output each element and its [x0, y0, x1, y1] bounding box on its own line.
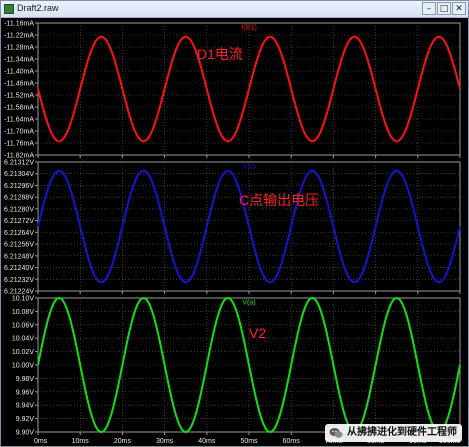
y-tick-label: -11.58mA — [4, 105, 34, 112]
y-tick-label: 6.21312V — [4, 160, 34, 167]
y-tick-label: -11.40mA — [4, 69, 34, 76]
y-tick-label: 10.06V — [12, 322, 35, 329]
y-tick-label: 9.98V — [16, 376, 35, 383]
y-tick-label: -11.52mA — [4, 93, 34, 100]
x-tick-label: 30ms — [156, 438, 174, 445]
y-tick-label: -11.64mA — [4, 117, 34, 124]
x-tick-label: 60ms — [283, 438, 301, 445]
trace-annotation: D1电流 — [197, 46, 243, 62]
y-tick-label: 6.21296V — [4, 183, 34, 190]
waveform-trace[interactable] — [37, 169, 461, 284]
wechat-icon — [329, 428, 343, 438]
maximize-button[interactable]: □ — [437, 2, 451, 15]
waveform-viewer-window: Draft2.raw – □ ✕ -11.16mA -11.22mA -11.28m… — [0, 0, 469, 447]
y-tick-label: 10.04V — [12, 336, 35, 343]
y-tick-label: 6.21224V — [4, 289, 34, 296]
app-icon — [4, 4, 14, 14]
close-button[interactable]: ✕ — [452, 2, 466, 15]
y-tick-label: 6.21248V — [4, 253, 34, 260]
trace-title[interactable]: V(a) — [242, 300, 255, 307]
waveform-plots[interactable]: -11.16mA -11.22mA -11.28mA -11.34mA -11.40mA… — [1, 18, 468, 446]
trace-title[interactable]: I(D1) — [241, 25, 257, 32]
x-tick-label: 20ms — [114, 438, 132, 445]
y-tick-label: 10.00V — [12, 363, 35, 370]
y-tick-label: 6.21240V — [4, 265, 34, 272]
x-tick-label: 0ms — [34, 438, 48, 445]
x-tick-label: 40ms — [198, 438, 216, 445]
y-tick-label: 9.90V — [16, 430, 35, 437]
y-tick-label: 6.21304V — [4, 171, 34, 178]
y-tick-label: 6.21232V — [4, 277, 34, 284]
window-title: Draft2.raw — [17, 3, 59, 13]
y-tick-label: 9.94V — [16, 403, 35, 410]
y-tick-label: 9.96V — [16, 389, 35, 396]
y-tick-label: -11.82mA — [4, 153, 34, 160]
x-tick-label: 50ms — [240, 438, 258, 445]
trace-annotation: C点输出电压 — [239, 192, 319, 208]
y-tick-label: -11.28mA — [4, 45, 34, 52]
trace-annotation: V2 — [249, 325, 266, 341]
y-tick-label: -11.46mA — [4, 81, 34, 88]
y-tick-label: 10.08V — [12, 309, 35, 316]
title-bar[interactable]: Draft2.raw – □ ✕ — [1, 1, 468, 18]
y-tick-label: -11.34mA — [4, 57, 34, 64]
y-tick-label: 6.21272V — [4, 218, 34, 225]
y-tick-label: 6.21264V — [4, 230, 34, 237]
y-tick-label: -11.22mA — [4, 33, 34, 40]
y-tick-label: 6.21280V — [4, 206, 34, 213]
y-tick-label: -11.16mA — [4, 21, 34, 28]
y-tick-label: 6.21256V — [4, 242, 34, 249]
y-tick-label: 9.92V — [16, 416, 35, 423]
y-tick-label: 10.10V — [12, 296, 35, 303]
y-tick-label: -11.70mA — [4, 129, 34, 136]
plot-area[interactable]: -11.16mA -11.22mA -11.28mA -11.34mA -11.40mA… — [1, 18, 468, 446]
trace-title[interactable]: V(c) — [243, 164, 256, 171]
y-tick-label: -11.76mA — [4, 141, 34, 148]
x-tick-label: 10ms — [72, 438, 90, 445]
watermark: 从拂拂进化到硬件工程师 — [325, 424, 462, 442]
y-tick-label: 10.02V — [12, 349, 35, 356]
y-tick-label: 6.21288V — [4, 195, 34, 202]
watermark-text: 从拂拂进化到硬件工程师 — [347, 427, 457, 438]
minimize-button[interactable]: – — [422, 2, 436, 15]
